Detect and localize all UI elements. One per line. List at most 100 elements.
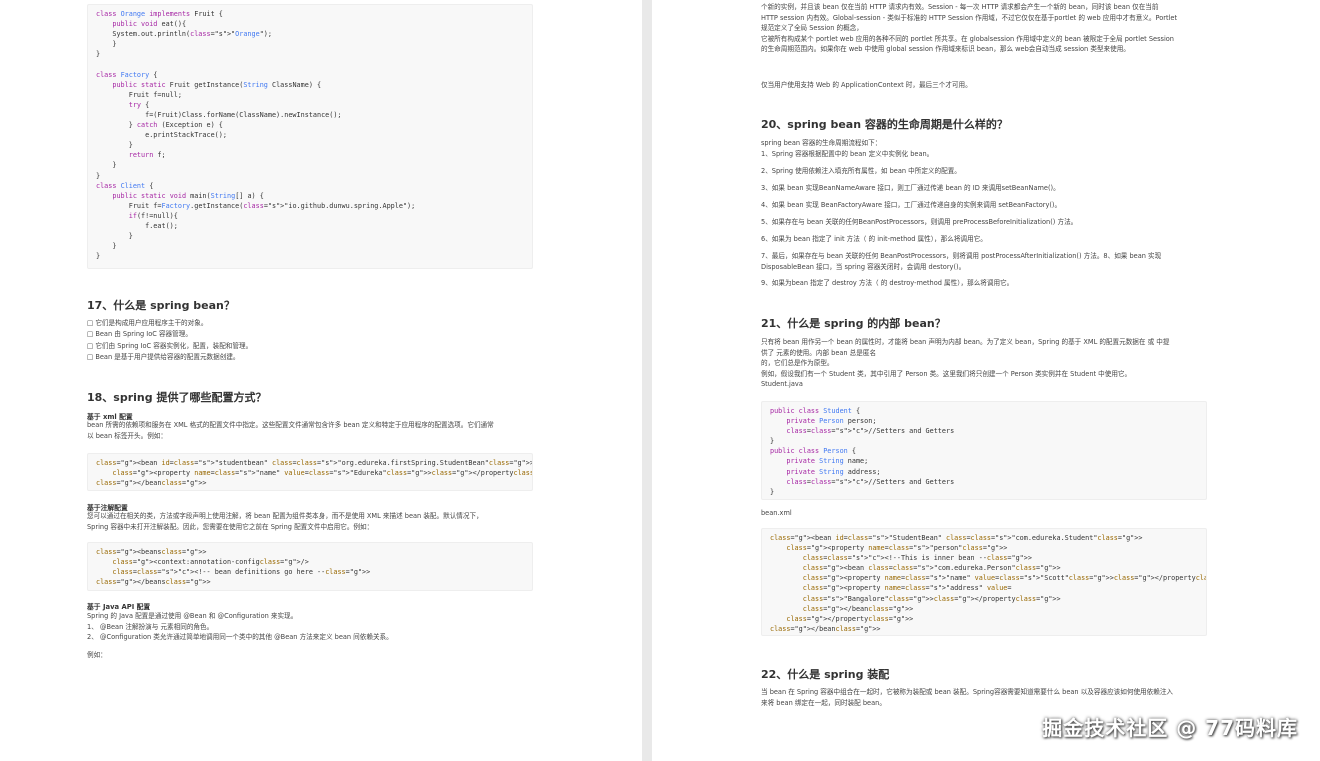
code-line: class=class="s">"c"><!-- bean definition… (112, 568, 371, 577)
right-document-page: 个新的实例，并且该 bean 仅在当前 HTTP 请求内有效。Session -… (652, 0, 1320, 761)
q20-intro: spring bean 容器的生命周期流程如下： (761, 139, 882, 147)
text-line: DisposableBean 接口，当 spring 容器关闭时，会调用 des… (761, 262, 966, 271)
text-line: 个新的实例，并且该 bean 仅在当前 HTTP 请求内有效。Session -… (761, 3, 1159, 11)
code-line: } (96, 40, 117, 49)
q17-list-item: □ Bean 是基于用户提供给容器的配置元数据创建。 (87, 353, 240, 362)
code-block-bean-xml: class="g"><bean id=class="s">"StudentBea… (761, 528, 1207, 636)
code-line: e.printStackTrace(); (96, 131, 227, 140)
code-line: class="g"><beansclass="g">> (96, 548, 207, 556)
text-line: 4、如果 bean 实现 BeanFactoryAware 接口，工厂通过传递自… (761, 200, 1062, 209)
q22-text: 当 bean 在 Spring 容器中组合在一起时，它被称为装配或 bean 装… (761, 687, 1173, 708)
text-line: bean 所需的依赖项和服务在 XML 格式的配置文件中指定。这些配置文件通常包… (87, 421, 494, 429)
example-label: 例如： (87, 651, 107, 659)
text-line: 规范定义了全局 Session 的概念， (761, 24, 863, 33)
q20-list-item: 4、如果 bean 实现 BeanFactoryAware 接口，工厂通过传递自… (761, 200, 1207, 211)
bean-scope-text: 个新的实例，并且该 bean 仅在当前 HTTP 请求内有效。Session -… (761, 2, 1177, 55)
q18-heading: 18、spring 提供了哪些配置方式？ (87, 391, 267, 404)
code-line: class="g"></beanclass="g">> (96, 479, 207, 488)
code-line: class="g"><bean class=class="s">"com.edu… (802, 564, 1061, 573)
code-line: Fruit f=null; (96, 90, 182, 99)
java-config-heading: 基于 Java API 配置 (87, 603, 151, 611)
q20-heading: 20、spring bean 容器的生命周期是什么样的？ (761, 118, 1008, 131)
code-line: class="g"></beansclass="g">> (96, 578, 211, 587)
code-line: } (770, 487, 775, 496)
left-document-page: class Orange implements Fruit { public v… (0, 0, 642, 761)
code-line: f.eat(); (96, 221, 178, 230)
code-line: public class Student { (770, 407, 861, 415)
text-line: 例如，假设我们有一个 Student 类，其中引用了 Person 类。这里我们… (761, 369, 1132, 378)
q17-list-item: □ Bean 由 Spring IoC 容器管理。 (87, 330, 192, 339)
code-block-student-java: public class Student { private Person pe… (761, 401, 1207, 500)
code-line: public class Person { (770, 447, 856, 456)
code-line: public static Fruit getInstance(String C… (112, 80, 322, 89)
code-block-factory: class Orange implements Fruit { public v… (87, 4, 533, 269)
code-line: class=class="s">"c">//Setters and Getter… (786, 427, 955, 436)
text-line: Student.java (761, 380, 803, 389)
code-line: class Orange implements Fruit { (96, 10, 223, 18)
xml-config-text: bean 所需的依赖项和服务在 XML 格式的配置文件中指定。这些配置文件通常包… (87, 420, 494, 441)
text-line: Spring 的 Java 配置是通过使用 @Bean 和 @Configura… (87, 612, 298, 620)
text-line: 1、Spring 容器根据配置中的 bean 定义中实例化 bean。 (761, 150, 934, 158)
q21-text: 只有将 bean 用作另一个 bean 的属性时，才能将 bean 声明为内部 … (761, 337, 1169, 390)
code-line: f=(Fruit)Class.forName(ClassName).newIns… (96, 110, 342, 119)
text-line: 9、如果为bean 指定了 destroy 方法（ 的 destroy-meth… (761, 279, 1014, 288)
text-line: 您可以通过在相关的类，方法或字段声明上使用注解，将 bean 配置为组件类本身，… (87, 512, 483, 520)
code-line: class="g"></beanclass="g">> (802, 604, 914, 613)
code-line: class Factory { (96, 70, 158, 79)
bean-scope-note: 仅当用户使用支持 Web 的 ApplicationContext 时，最后三个… (761, 81, 972, 89)
code-line: } (770, 437, 775, 446)
text-line: 来将 bean 绑定在一起，同时装配 bean。 (761, 698, 886, 707)
text-line: 供了 元素的使用。内部 bean 总是匿名 (761, 348, 877, 357)
code-line: class="g"><bean id=class="s">"StudentBea… (770, 534, 1143, 542)
q20-list-item: 7、最后，如果存在与 bean 关联的任何 BeanPostProcessors… (761, 251, 1207, 272)
code-line: private String address; (786, 467, 881, 476)
text-line: 它被所有构成某个 portlet web 应用的各种不同的 portlet 所共… (761, 34, 1174, 43)
code-line: System.out.println(class="s">"Orange"); (96, 30, 272, 39)
q17-list-item: □ 它们由 Spring IoC 容器实例化，配置，装配和管理。 (87, 341, 253, 350)
text-line: 以 bean 标签开头。例如： (87, 431, 167, 440)
text-line: 7、最后，如果存在与 bean 关联的任何 BeanPostProcessors… (761, 251, 1162, 260)
code-line: class="s">"Bangalore"class="g">>class="g… (802, 594, 1061, 603)
code-line: } (96, 161, 117, 170)
code-line: } (96, 171, 101, 180)
code-block-annotation-config: class="g"><beansclass="g">> class="g"><c… (87, 542, 533, 591)
text-line: 5、如果存在与 bean 关联的任何BeanPostProcessors，则调用… (761, 217, 1078, 226)
text-line: 2、Spring 使用依赖注入填充所有属性，如 bean 中所定义的配置。 (761, 166, 961, 175)
q20-list-item: 9、如果为bean 指定了 destroy 方法（ 的 destroy-meth… (761, 278, 1207, 289)
q17-heading: 17、什么是 spring bean？ (87, 299, 235, 312)
code-block-xml-config: class="g"><bean id=class="s">"studentbea… (87, 453, 533, 491)
code-line: class=class="s">"c"><!--This is inner be… (802, 554, 1032, 563)
text-line: 的生命周期范围内。如果你在 web 中使用 global session 作用域… (761, 45, 1130, 54)
bean-xml-label: bean.xml (761, 509, 792, 517)
q17-list: □ 它们是构成用户应用程序主干的对象。 □ Bean 由 Spring IoC 容… (87, 318, 252, 364)
code-line: try { (128, 100, 150, 109)
q21-heading: 21、什么是 spring 的内部 bean？ (761, 317, 946, 330)
text-line: 6、如果为 bean 指定了 init 方法（ 的 init-method 属性… (761, 234, 987, 243)
watermark: 掘金技术社区 @ 77码料库 (1042, 716, 1298, 740)
code-line: public void eat(){ (112, 20, 187, 29)
code-line: class="g"><property name=class="s">"name… (112, 469, 533, 478)
annotation-config-text: 您可以通过在相关的类，方法或字段声明上使用注解，将 bean 配置为组件类本身，… (87, 511, 483, 532)
code-line: class="g"></propertyclass="g">> (786, 614, 914, 623)
q20-list-item: 5、如果存在与 bean 关联的任何BeanPostProcessors，则调用… (761, 217, 1207, 228)
code-line: class="g"><context:annotation-configclas… (112, 558, 309, 567)
code-line: } (96, 50, 101, 59)
text-line: 1、 @Bean 注解扮演与 元素相同的角色。 (87, 622, 214, 631)
code-line: class Client { (96, 181, 154, 190)
java-config-text: Spring 的 Java 配置是通过使用 @Bean 和 @Configura… (87, 611, 393, 643)
q20-list-item: 2、Spring 使用依赖注入填充所有属性，如 bean 中所定义的配置。 (761, 166, 1207, 177)
code-line: class="g"><property name=class="s">"pers… (786, 544, 1008, 553)
q20-list-item: 1、Spring 容器根据配置中的 bean 定义中实例化 bean。 (761, 149, 1207, 160)
code-line: return f; (128, 151, 166, 160)
q20-list-item: 3、如果 bean 实现BeanNameAware 接口，则工厂通过传递 bea… (761, 183, 1207, 194)
code-line: } catch (Exception e) { (96, 121, 223, 130)
text-line: Spring 容器中未打开注解装配。因此，您需要在使用它之前在 Spring 配… (87, 522, 374, 531)
code-line: if(f!=null){ (128, 211, 178, 220)
code-line: class="g"><property name=class="s">"addr… (802, 584, 1012, 593)
code-line: private String name; (786, 457, 869, 466)
code-line: class="g"></beanclass="g">> (770, 624, 881, 633)
code-line: private Person person; (786, 417, 877, 426)
code-line: class=class="s">"c">//Setters and Getter… (786, 477, 955, 486)
q17-list-item: □ 它们是构成用户应用程序主干的对象。 (87, 319, 208, 327)
